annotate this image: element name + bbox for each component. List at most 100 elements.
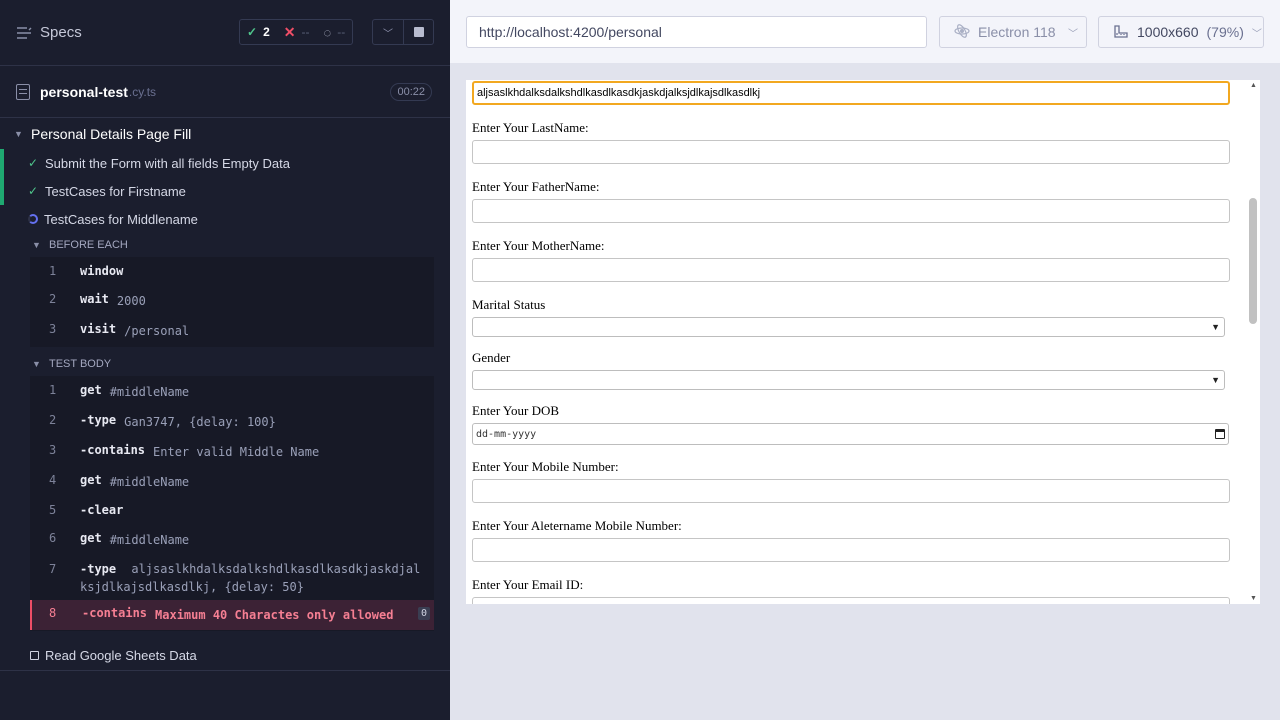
- spec-name: personal-test: [40, 83, 128, 100]
- hook-title: TEST BODY: [49, 358, 112, 370]
- command-number: 1: [49, 383, 57, 397]
- marital-status-label: Marital Status: [472, 297, 546, 312]
- mother-name-input[interactable]: [472, 258, 1230, 282]
- middle-name-input[interactable]: aljsaslkhdalksdalkshdlkasdlkasdkjaskdjal…: [472, 81, 1230, 105]
- command-arg: Enter valid Middle Name: [153, 445, 320, 459]
- scroll-up-icon[interactable]: ▲: [1250, 82, 1257, 89]
- last-name-label: Enter Your LastName:: [472, 120, 589, 135]
- spec-header: personal-test .cy.ts 00:22: [0, 66, 450, 118]
- command-number: 8: [49, 606, 57, 620]
- suite-title-label: Personal Details Page Fill: [31, 126, 192, 142]
- command-number: 4: [49, 473, 57, 487]
- command-name: -clear: [80, 503, 124, 517]
- command-number: 3: [49, 322, 57, 336]
- command-arg: aljsaslkhdalksdalkshdlkasdlkasdkjaskdjal…: [80, 562, 421, 594]
- mobile-label: Enter Your Mobile Number:: [472, 459, 619, 474]
- test-item[interactable]: ✓ TestCases for Firstname: [0, 177, 450, 205]
- command-row[interactable]: 3 visit /personal: [30, 316, 434, 346]
- gender-select[interactable]: ▼: [472, 370, 1225, 390]
- running-spinner-icon: [28, 214, 38, 224]
- command-number: 2: [49, 292, 57, 306]
- command-count-badge: 0: [417, 607, 430, 620]
- test-body-commands: 1 get #middleName 2 -type Gan3747, {dela…: [30, 376, 434, 631]
- command-row[interactable]: 7 -type aljsaslkhdalksdalkshdlkasdlkasdk…: [30, 555, 434, 600]
- command-number: 2: [49, 413, 57, 427]
- email-input[interactable]: [472, 597, 1230, 604]
- before-each-commands: 1 window 2 wait 2000 3 visit /personal: [30, 257, 434, 347]
- command-text: -type aljsaslkhdalksdalkshdlkasdlkasdkja…: [80, 560, 424, 596]
- calendar-icon[interactable]: [1215, 429, 1225, 439]
- stop-icon: [413, 27, 424, 37]
- stop-button[interactable]: [403, 20, 433, 44]
- pending-stat: ◌ --: [316, 20, 352, 44]
- father-name-input[interactable]: [472, 199, 1230, 223]
- mobile-input[interactable]: [472, 479, 1230, 503]
- pending-spinner-icon: ◌: [323, 24, 332, 40]
- command-arg: #middleName: [109, 475, 190, 489]
- viewport-info[interactable]: 1000x660 (79%) ﹀: [1098, 16, 1264, 48]
- command-name: get: [80, 531, 102, 545]
- chevron-down-icon: ﹀: [1068, 28, 1078, 40]
- last-name-input[interactable]: [472, 140, 1230, 164]
- test-title: TestCases for Firstname: [45, 183, 186, 199]
- command-row[interactable]: 4 get #middleName: [30, 467, 434, 497]
- command-row-failed[interactable]: 8 -contains Maximum 40 Charactes only al…: [30, 600, 434, 630]
- alt-mobile-input[interactable]: [472, 538, 1230, 562]
- check-icon: ✓: [28, 156, 39, 170]
- command-arg: Gan3747, {delay: 100}: [124, 415, 276, 429]
- marital-status-select[interactable]: ▼: [472, 317, 1225, 337]
- command-row[interactable]: 5 -clear: [30, 497, 434, 525]
- test-item[interactable]: Read Google Sheets Data: [0, 641, 450, 671]
- dob-placeholder: dd-mm-yyyy: [476, 428, 537, 440]
- scrollbar-thumb[interactable]: [1249, 198, 1257, 324]
- failed-stat: ✕ --: [277, 20, 317, 44]
- expand-button[interactable]: ﹀: [373, 20, 403, 44]
- test-title: TestCases for Middlename: [44, 211, 198, 227]
- viewport-size: 1000x660: [1137, 24, 1199, 40]
- command-name: visit: [80, 322, 117, 336]
- spec-extension: .cy.ts: [128, 84, 157, 99]
- x-icon: ✕: [283, 23, 296, 40]
- chevron-down-icon: ▼: [1211, 322, 1220, 332]
- command-arg: /personal: [124, 324, 190, 338]
- command-number: 3: [49, 443, 57, 457]
- email-label: Enter Your Email ID:: [472, 577, 584, 592]
- test-item-running[interactable]: TestCases for Middlename: [0, 205, 450, 233]
- suite-title[interactable]: ▼ Personal Details Page Fill: [0, 119, 450, 149]
- command-number: 5: [49, 503, 57, 517]
- browser-selector[interactable]: Electron 118 ﹀: [939, 16, 1087, 48]
- command-row[interactable]: 1 get #middleName: [30, 377, 434, 407]
- url-bar[interactable]: http://localhost:4200/personal: [466, 16, 927, 48]
- test-body-hook[interactable]: ▼ TEST BODY: [0, 352, 450, 376]
- page-scrollbar[interactable]: ▲ ▼: [1246, 80, 1260, 604]
- before-each-hook[interactable]: ▼ BEFORE EACH: [0, 233, 450, 257]
- command-arg: #middleName: [109, 385, 190, 399]
- specs-title[interactable]: Specs: [40, 24, 82, 41]
- hook-title: BEFORE EACH: [49, 239, 128, 251]
- command-number: 7: [49, 562, 57, 576]
- dob-input[interactable]: dd-mm-yyyy: [472, 423, 1229, 445]
- alt-mobile-label: Enter Your Aletername Mobile Number:: [472, 518, 682, 533]
- specs-list-icon[interactable]: [16, 26, 32, 40]
- command-name: -type: [80, 413, 117, 427]
- command-name: wait: [80, 292, 109, 306]
- chevron-down-icon: ▼: [32, 240, 41, 250]
- command-name: get: [80, 383, 102, 397]
- reporter-panel: Specs ✓ 2 ✕ -- ◌ -- ﹀ personal-test .cy.…: [0, 0, 450, 720]
- spec-duration: 00:22: [390, 82, 432, 101]
- command-row[interactable]: 1 window: [30, 258, 434, 286]
- run-controls: ﹀: [372, 19, 434, 45]
- test-title: Submit the Form with all fields Empty Da…: [45, 155, 290, 171]
- scroll-down-icon[interactable]: ▼: [1250, 595, 1257, 602]
- command-row[interactable]: 2 -type Gan3747, {delay: 100}: [30, 407, 434, 437]
- chevron-down-icon: ▼: [14, 129, 23, 139]
- test-item[interactable]: ✓ Submit the Form with all fields Empty …: [0, 149, 450, 177]
- command-row[interactable]: 6 get #middleName: [30, 525, 434, 555]
- url-text: http://localhost:4200/personal: [479, 24, 662, 40]
- failed-count: --: [301, 25, 310, 39]
- command-row[interactable]: 3 -contains Enter valid Middle Name: [30, 437, 434, 467]
- chevron-down-icon: ﹀: [1251, 28, 1262, 40]
- app-under-test: aljsaslkhdalksdalkshdlkasdlkasdkjaskdjal…: [466, 80, 1260, 604]
- viewport-zoom: (79%): [1206, 24, 1244, 40]
- command-row[interactable]: 2 wait 2000: [30, 286, 434, 316]
